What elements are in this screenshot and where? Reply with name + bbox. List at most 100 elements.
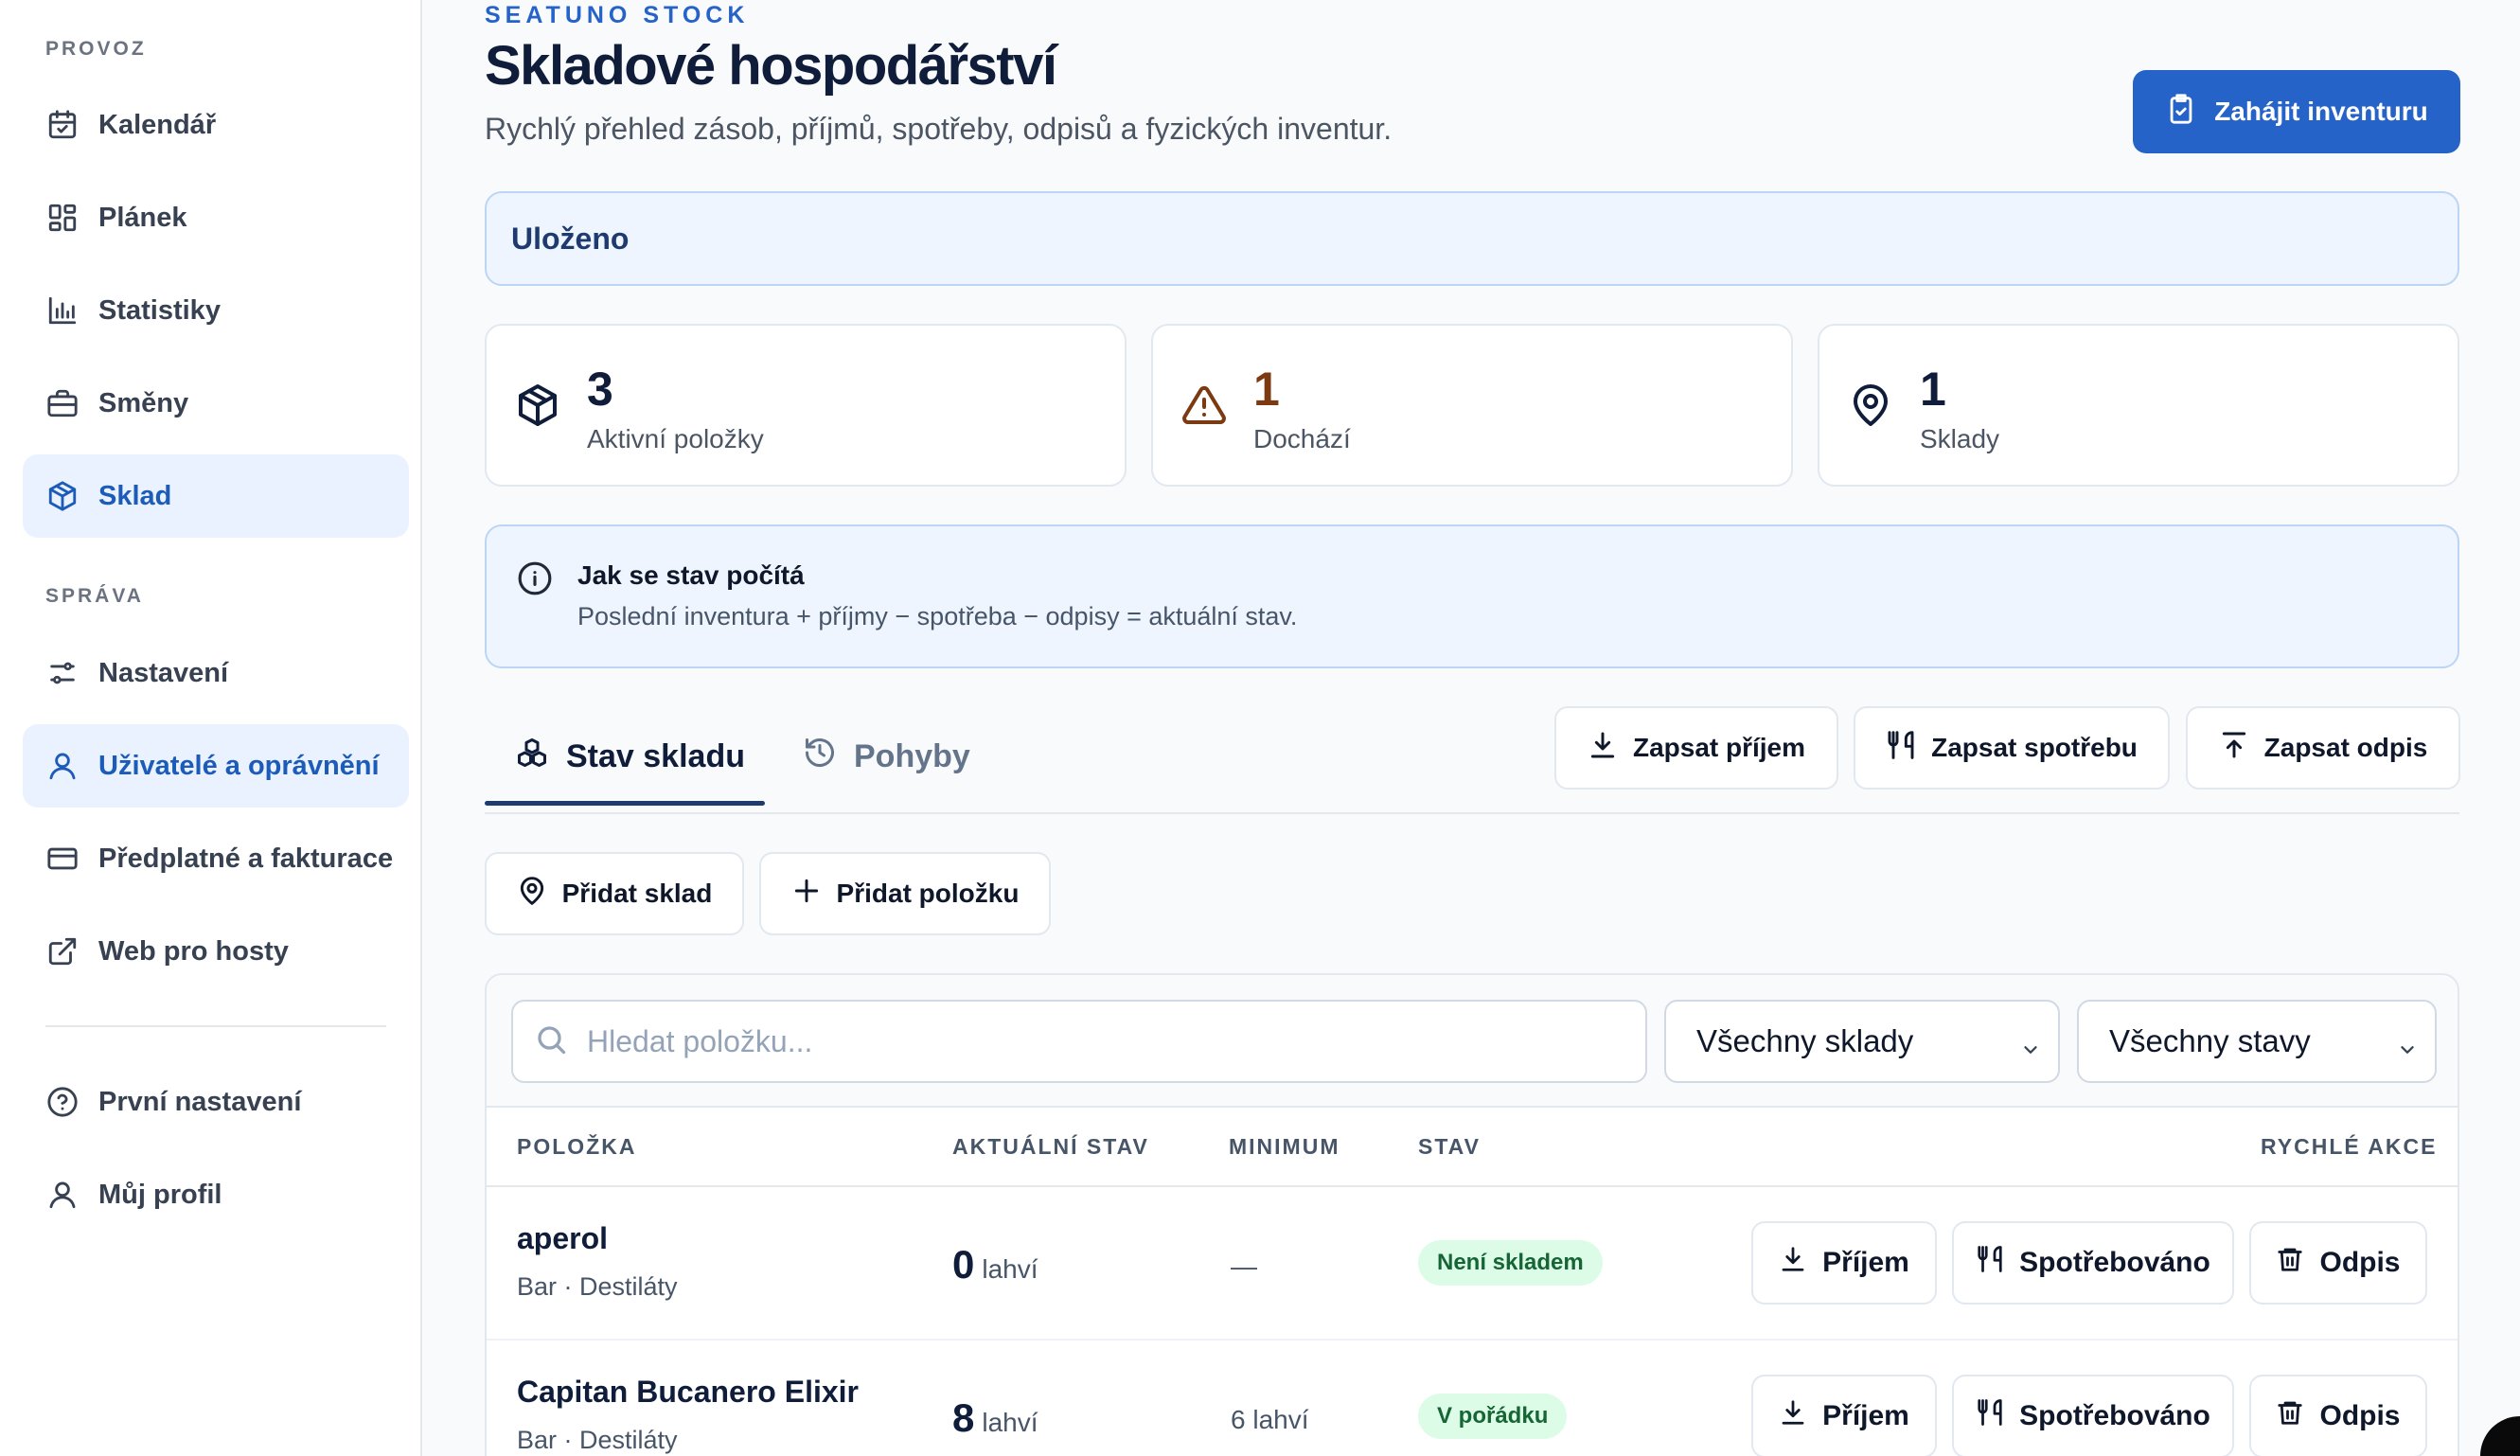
- map-pin-icon: [517, 876, 562, 913]
- sidebar-item-label: Sklad: [98, 480, 172, 511]
- stat-card-running-low: 1 Dochází: [1151, 324, 1793, 487]
- section-label-sprava: SPRÁVA: [45, 585, 144, 607]
- package-icon: [515, 382, 560, 428]
- download-icon: [1588, 730, 1633, 767]
- stat-label: Aktivní položky: [587, 424, 764, 453]
- tab-label: Pohyby: [854, 737, 970, 774]
- search-input[interactable]: [587, 1023, 1628, 1059]
- item-name: aperol: [517, 1221, 609, 1255]
- record-writeoff-button[interactable]: Zapsat odpis: [2186, 706, 2460, 790]
- user-icon: [45, 1178, 80, 1212]
- receipt-label: Příjem: [1822, 1247, 1909, 1278]
- sidebar-item-label: Web pro hosty: [98, 935, 289, 967]
- tab-pohyby[interactable]: Pohyby: [803, 706, 970, 807]
- trash-icon: [2276, 1245, 2319, 1281]
- sidebar-item-label: Nastavení: [98, 657, 229, 688]
- download-icon: [1779, 1245, 1822, 1281]
- column-header-current-stock: AKTUÁLNÍ STAV: [952, 1134, 1149, 1159]
- add-item-button[interactable]: Přidat položku: [759, 852, 1051, 935]
- download-icon: [1779, 1398, 1822, 1434]
- sidebar-item-nastaveni[interactable]: Nastavení: [23, 631, 409, 715]
- tab-label: Stav skladu: [566, 737, 745, 774]
- receipt-button[interactable]: Příjem: [1751, 1375, 1937, 1456]
- chevron-down-icon: [2020, 1032, 2041, 1054]
- minimum-stock: —: [1231, 1252, 1257, 1281]
- section-label-provoz: PROVOZ: [45, 38, 147, 60]
- sidebar-item-predplatne[interactable]: Předplatné a fakturace: [23, 817, 409, 900]
- writeoff-label: Odpis: [2319, 1400, 2401, 1431]
- info-text: Poslední inventura + příjmy − spotřeba −…: [577, 602, 1298, 630]
- column-header-status: STAV: [1418, 1134, 1481, 1159]
- stat-card-warehouses: 1 Sklady: [1818, 324, 2459, 487]
- item-category: Bar · Destiláty: [517, 1272, 678, 1301]
- clipboard-check-icon: [2165, 93, 2214, 132]
- current-stock: 8 lahví: [952, 1395, 1038, 1441]
- sidebar-item-uzivatele[interactable]: Uživatelé a oprávnění: [23, 724, 409, 808]
- sidebar-item-label: Můj profil: [98, 1179, 222, 1210]
- sidebar-divider: [45, 1025, 386, 1027]
- current-stock: 0 lahví: [952, 1242, 1038, 1287]
- external-link-icon: [45, 934, 80, 968]
- item-category: Bar · Destiláty: [517, 1426, 678, 1454]
- plus-icon: [791, 876, 837, 913]
- briefcase-icon: [45, 386, 80, 420]
- stat-value: 1: [1253, 363, 1280, 416]
- column-header-quick-actions: RYCHLÉ AKCE: [2261, 1134, 2438, 1159]
- add-item-label: Přidat položku: [836, 879, 1020, 908]
- add-warehouse-button[interactable]: Přidat sklad: [485, 852, 744, 935]
- page-title: Skladové hospodářství: [485, 35, 1057, 97]
- sidebar-item-web-pro-hosty[interactable]: Web pro hosty: [23, 910, 409, 993]
- column-header-item: POLOŽKA: [517, 1134, 637, 1159]
- sidebar-item-sklad[interactable]: Sklad: [23, 454, 409, 538]
- table-row: aperol Bar · Destiláty 0 lahví — Není skl…: [487, 1187, 2458, 1341]
- sidebar-item-muj-profil[interactable]: Můj profil: [23, 1153, 409, 1236]
- start-inventory-button[interactable]: Zahájit inventuru: [2133, 70, 2460, 153]
- search-icon: [534, 1022, 568, 1061]
- calendar-icon: [45, 108, 80, 142]
- utensils-icon: [1976, 1398, 2019, 1434]
- stat-value: 1: [1920, 363, 1946, 416]
- utensils-icon: [1886, 730, 1931, 767]
- record-receipt-label: Zapsat příjem: [1632, 733, 1806, 762]
- stat-card-active-items: 3 Aktivní položky: [485, 324, 1127, 487]
- user-icon: [45, 749, 80, 783]
- consumed-button[interactable]: Spotřebováno: [1952, 1375, 2234, 1456]
- boxes-icon: [515, 736, 566, 778]
- warehouse-select[interactable]: Všechny sklady: [1664, 1000, 2060, 1083]
- sidebar-item-label: Uživatelé a oprávnění: [98, 750, 380, 781]
- table-row: Capitan Bucanero Elixir Bar · Destiláty …: [487, 1341, 2458, 1456]
- info-icon: [517, 560, 553, 596]
- receipt-label: Příjem: [1822, 1400, 1909, 1431]
- stat-label: Dochází: [1253, 424, 1351, 453]
- sidebar-item-planek[interactable]: Plánek: [23, 176, 409, 259]
- record-receipt-button[interactable]: Zapsat příjem: [1554, 706, 1838, 790]
- search-field[interactable]: [511, 1000, 1647, 1083]
- column-header-minimum: MINIMUM: [1229, 1134, 1340, 1159]
- trash-icon: [2276, 1398, 2319, 1434]
- info-title: Jak se stav počítá: [577, 560, 805, 590]
- sidebar-item-kalendar[interactable]: Kalendář: [23, 83, 409, 167]
- upload-icon: [2219, 730, 2264, 767]
- writeoff-button[interactable]: Odpis: [2249, 1221, 2427, 1305]
- status-select[interactable]: Všechny stavy: [2077, 1000, 2437, 1083]
- package-icon: [45, 479, 80, 513]
- inventory-table: POLOŽKA AKTUÁLNÍ STAV MINIMUM STAV RYCHL…: [487, 1106, 2458, 1456]
- tab-stav-skladu[interactable]: Stav skladu: [515, 706, 745, 807]
- sidebar-item-label: Kalendář: [98, 109, 217, 140]
- warehouse-select-value: Všechny sklady: [1696, 1023, 1914, 1058]
- consumed-button[interactable]: Spotřebováno: [1952, 1221, 2234, 1305]
- info-box: Jak se stav počítá Poslední inventura + …: [485, 524, 2459, 668]
- record-consumption-button[interactable]: Zapsat spotřebu: [1854, 706, 2170, 790]
- writeoff-button[interactable]: Odpis: [2249, 1375, 2427, 1456]
- stock-quantity: 8: [952, 1395, 975, 1440]
- sidebar-item-statistiky[interactable]: Statistiky: [23, 269, 409, 352]
- sidebar-item-smeny[interactable]: Směny: [23, 362, 409, 445]
- screen-corner: [2480, 1416, 2520, 1456]
- tabs-divider: [485, 812, 2459, 814]
- warning-icon: [1181, 382, 1227, 428]
- sidebar-item-prvni-nastaveni[interactable]: První nastavení: [23, 1060, 409, 1144]
- receipt-button[interactable]: Příjem: [1751, 1221, 1937, 1305]
- record-consumption-label: Zapsat spotřebu: [1931, 733, 2138, 762]
- sidebar-item-label: Statistiky: [98, 294, 221, 326]
- sliders-icon: [45, 656, 80, 690]
